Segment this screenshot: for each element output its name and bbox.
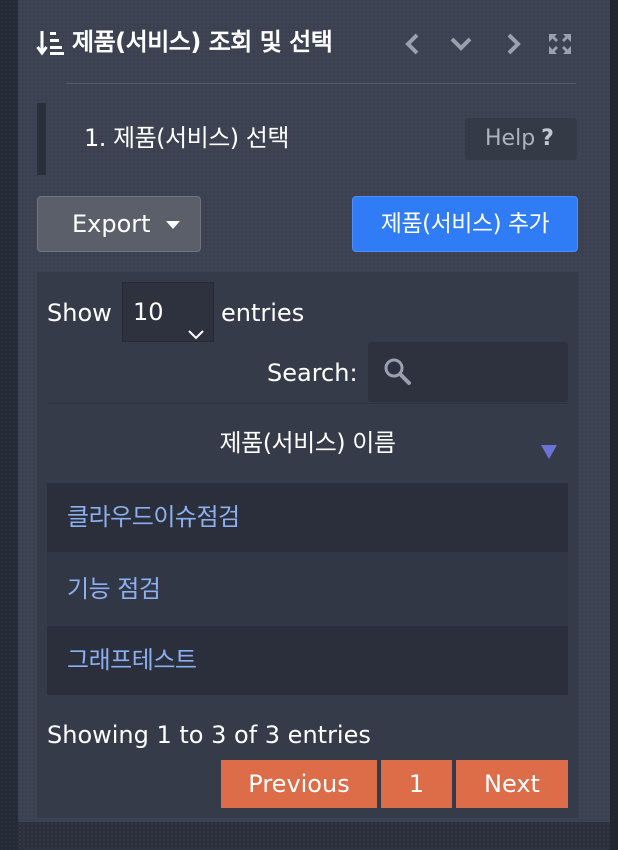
select-chevron-icon — [187, 305, 205, 340]
help-button-label: Help — [485, 126, 536, 151]
search-label: Search: — [267, 359, 358, 387]
widget-title: 제품(서비스) 조회 및 선택 — [72, 28, 333, 56]
page-background-left — [0, 0, 18, 850]
table-info: Showing 1 to 3 of 3 entries — [47, 721, 371, 749]
header-divider — [66, 83, 576, 84]
sort-desc-icon — [541, 445, 557, 459]
table-row: 그래프테스트 — [47, 626, 568, 695]
chevron-left-icon[interactable] — [400, 29, 426, 59]
question-icon: ? — [541, 126, 554, 151]
chevron-right-icon[interactable] — [500, 29, 526, 59]
table-row: 클라우드이슈점검 — [47, 483, 568, 552]
column-header-label: 제품(서비스) 이름 — [219, 429, 396, 457]
product-link[interactable]: 클라우드이슈점검 — [67, 503, 240, 531]
column-header-product-name[interactable]: 제품(서비스) 이름 — [47, 403, 568, 482]
help-button[interactable]: Help? — [465, 118, 577, 160]
next-page-button[interactable]: Next — [456, 760, 568, 808]
page-1-button[interactable]: 1 — [381, 760, 452, 808]
page-background-bottom — [18, 822, 610, 850]
product-link[interactable]: 그래프테스트 — [67, 646, 197, 674]
table-row: 기능 점검 — [47, 552, 568, 626]
search-icon — [382, 356, 414, 388]
fullscreen-icon[interactable] — [547, 29, 573, 59]
previous-page-button[interactable]: Previous — [221, 760, 377, 808]
caret-down-icon — [166, 221, 180, 229]
page-background-right — [610, 0, 618, 850]
show-label: Show — [47, 299, 112, 327]
section-marker — [37, 103, 46, 175]
add-product-button[interactable]: 제품(서비스) 추가 — [352, 196, 578, 252]
section-title: 1. 제품(서비스) 선택 — [84, 124, 289, 152]
export-button-label: Export — [72, 210, 151, 238]
sort-list-icon — [36, 28, 66, 58]
chevron-down-icon[interactable] — [448, 29, 474, 59]
search-input[interactable] — [368, 342, 568, 402]
entries-label: entries — [221, 299, 305, 327]
page-length-value: 10 — [133, 298, 164, 326]
page-length-select[interactable]: 10 — [122, 282, 214, 342]
export-button[interactable]: Export — [37, 196, 201, 252]
product-link[interactable]: 기능 점검 — [67, 575, 161, 603]
